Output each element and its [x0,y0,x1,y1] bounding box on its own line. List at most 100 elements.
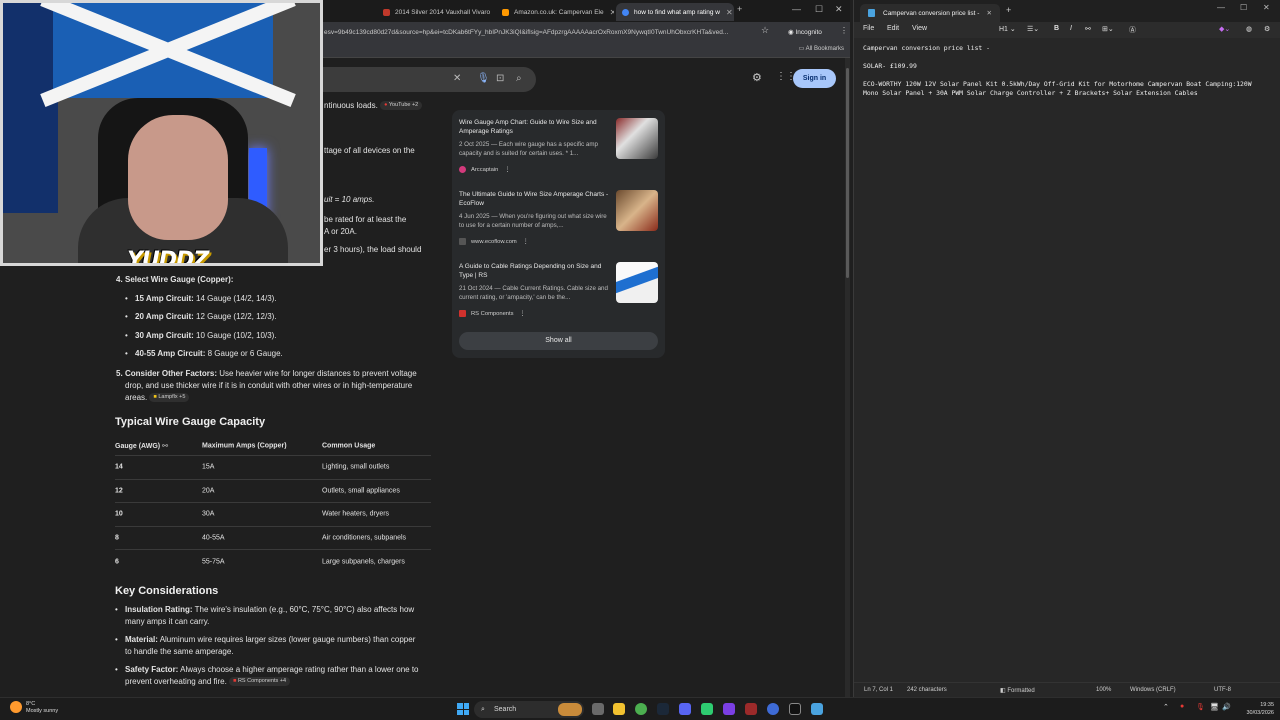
tab-active-search[interactable]: how to find what amp rating w ✕ [616,3,734,21]
link-icon[interactable]: ⚯ [162,443,168,450]
more-menu-icon[interactable]: ⋮ [840,26,848,35]
camera-icon[interactable]: ⊡ [496,73,504,84]
more-icon[interactable]: ⋮ [523,239,529,245]
step-text: Consider Other Factors: Use heavier wire… [125,369,417,403]
url-field[interactable]: esv=9b49c139cd80d27d&source=hp&ei=tcDKab… [324,26,754,39]
source-chip[interactable]: ■ Lampflx +5 [149,393,190,403]
close-icon[interactable]: ✕ [987,9,992,17]
chrome-icon[interactable] [635,703,647,715]
list-icon[interactable]: ☰⌄ [1027,25,1039,33]
mic-muted-icon[interactable]: 🎙 [1196,703,1205,711]
steam-icon[interactable] [657,703,669,715]
card-source[interactable]: Arccaptain ⋮ [459,166,510,173]
table-icon[interactable]: ⊞⌄ [1102,25,1114,33]
network-icon[interactable]: 🖥 [1210,703,1219,711]
all-bookmarks-button[interactable]: ▭ All Bookmarks [799,45,844,52]
gear-icon[interactable]: ⚙ [1264,25,1270,33]
clear-format-icon[interactable]: Ⓐ [1129,25,1136,35]
show-all-button[interactable]: Show all [459,332,658,350]
card-title[interactable]: A Guide to Cable Ratings Depending on Si… [459,262,609,280]
overview-text: ttage of all devices on the [324,146,415,155]
taskbar-search[interactable]: ⌕ Search [474,701,584,718]
card-title[interactable]: Wire Gauge Amp Chart: Guide to Wire Size… [459,118,609,136]
card-thumbnail[interactable] [616,190,658,231]
page-scrollbar[interactable] [845,58,850,697]
unreal-icon[interactable] [789,703,801,715]
clear-icon[interactable]: ✕ [453,73,461,84]
browser-icon[interactable] [767,703,779,715]
notepad-editor[interactable]: Campervan conversion price list - SOLAR-… [863,44,1275,98]
notepad-tab[interactable]: Campervan conversion price list - ✕ [860,4,1000,22]
account-icon[interactable]: ◍ [1246,25,1252,33]
start-button[interactable] [457,703,469,715]
app-icon[interactable] [723,703,735,715]
close-window-icon[interactable]: ✕ [1263,3,1270,12]
line-ending[interactable]: Windows (CRLF) [1130,687,1176,693]
file-explorer-icon[interactable] [613,703,625,715]
card-thumbnail[interactable] [616,262,658,303]
app-icon[interactable] [701,703,713,715]
task-view-icon[interactable] [592,703,604,715]
scrollbar-thumb[interactable] [846,68,849,278]
close-window-icon[interactable]: ✕ [835,4,843,15]
tab-vauxhall[interactable]: 2014 Silver 2014 Vauxhall Vivaro [377,3,495,21]
format-indicator[interactable]: ◧ Formatted [1000,687,1035,694]
folder-icon: ▭ [798,46,806,52]
close-icon[interactable]: ✕ [720,8,733,17]
link-icon[interactable]: ⚯ [1085,25,1091,33]
source-card[interactable]: A Guide to Cable Ratings Depending on Si… [459,262,659,324]
notepad-taskbar-icon[interactable] [811,703,823,715]
italic-icon[interactable]: I [1070,25,1072,32]
bold-icon[interactable]: B [1054,25,1059,32]
minimize-icon[interactable]: — [1217,3,1225,12]
bookmark-star-icon[interactable]: ☆ [761,25,769,36]
minimize-icon[interactable]: — [792,4,801,14]
table-row: 10 30A Water heaters, dryers [115,503,431,527]
maximize-icon[interactable]: ☐ [1240,3,1247,12]
maximize-icon[interactable]: ☐ [815,4,823,15]
copilot-icon[interactable]: ◆⌄ [1219,25,1230,33]
tab-amazon[interactable]: Amazon.co.uk: Campervan Ele ✕ [496,3,614,21]
weather-widget[interactable]: 8°C Mostly sunny [10,701,58,715]
volume-icon[interactable]: 🔊 [1222,703,1231,711]
tab-label: how to find what amp rating w [634,8,720,16]
incognito-indicator[interactable]: ◉ Incognito [788,26,822,39]
gear-icon[interactable]: ⚙ [752,71,762,84]
search-input[interactable]: ✕ 🎙 ⊡ ⌕ [300,67,536,92]
menu-edit[interactable]: Edit [887,25,899,32]
close-icon[interactable]: ✕ [604,8,614,17]
list-item: 40-55 Amp Circuit: 8 Gauge or 6 Gauge. [125,349,283,358]
card-thumbnail[interactable] [616,118,658,159]
microphone-icon[interactable]: 🎙 [477,73,490,84]
notepad-tab-strip: Campervan conversion price list - ✕ + — … [854,0,1280,22]
table-cell: Large subpanels, chargers [322,558,405,566]
card-source[interactable]: www.ecoflow.com ⋮ [459,238,529,245]
gauge-table: Gauge (AWG) ⚯ Maximum Amps (Copper) Comm… [115,436,431,574]
search-icon[interactable]: ⌕ [516,73,522,84]
record-icon[interactable]: ● [1180,703,1184,710]
clock[interactable]: 19:35 30/03/2026 [1238,701,1274,717]
all-bookmarks-label: All Bookmarks [805,46,844,52]
menu-view[interactable]: View [912,25,927,32]
more-icon[interactable]: ⋮ [504,167,510,173]
table-row: 14 15A Lighting, small outlets [115,456,431,480]
sign-in-button[interactable]: Sign in [793,69,836,88]
discord-icon[interactable] [679,703,691,715]
source-chip[interactable]: ■ RS Components +4 [229,677,291,687]
card-source[interactable]: RS Components ⋮ [459,310,525,317]
step-number: 5. [116,369,123,378]
new-tab-icon[interactable]: + [737,4,742,14]
heading-select[interactable]: H1 ⌄ [999,25,1016,33]
more-icon[interactable]: ⋮ [520,311,526,317]
source-chip[interactable]: ● YouTube +2 [380,101,423,111]
tray-chevron-icon[interactable]: ⌃ [1163,703,1169,711]
source-card[interactable]: Wire Gauge Amp Chart: Guide to Wire Size… [459,118,659,180]
new-tab-icon[interactable]: + [1006,5,1011,15]
step-number: 4. [116,275,123,284]
menu-file[interactable]: File [863,25,874,32]
app-icon[interactable] [745,703,757,715]
source-card[interactable]: The Ultimate Guide to Wire Size Amperage… [459,190,659,252]
encoding[interactable]: UTF-8 [1214,687,1231,693]
card-title[interactable]: The Ultimate Guide to Wire Size Amperage… [459,190,609,208]
zoom-level[interactable]: 100% [1096,687,1111,693]
